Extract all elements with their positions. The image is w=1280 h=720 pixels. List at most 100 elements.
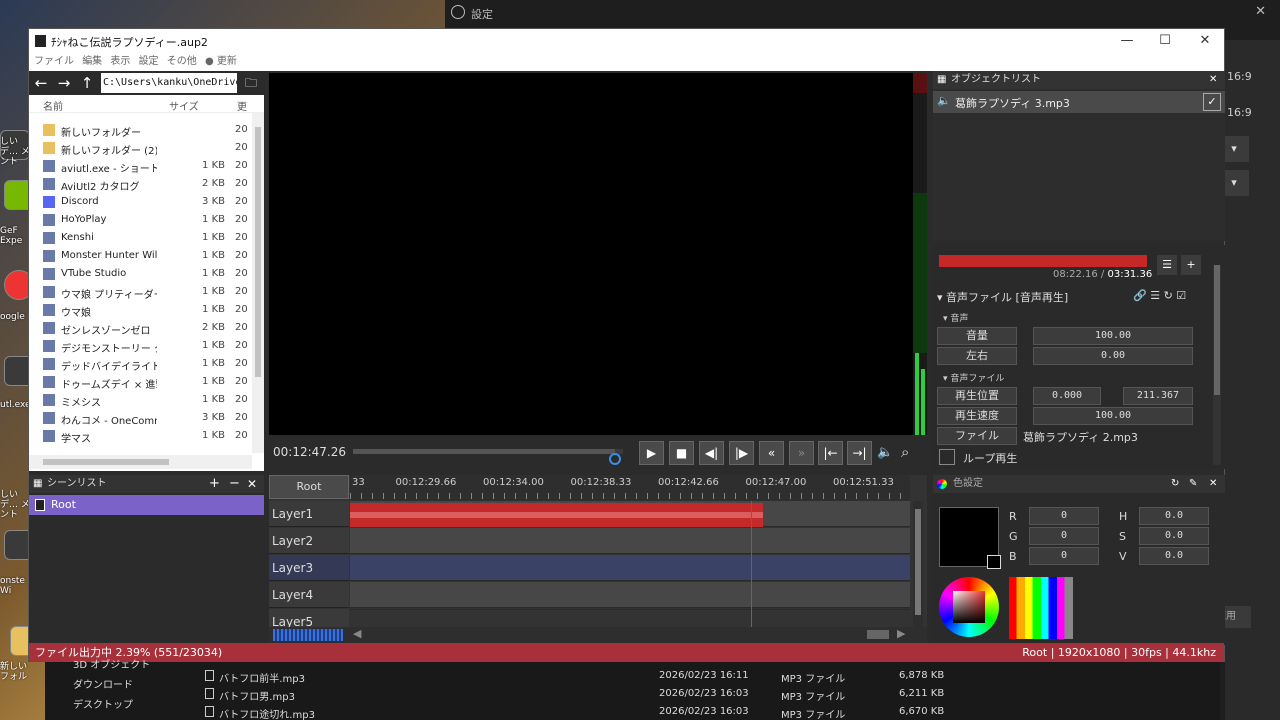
remove-scene-icon[interactable]: − xyxy=(229,475,240,493)
explorer-file-row[interactable]: バトフロ前半.mp3 2026/02/23 16:11 MP3 ファイル 6,8… xyxy=(195,668,1280,686)
position-label[interactable]: 再生位置 xyxy=(937,387,1017,405)
file-row[interactable]: Monster Hunter Wil... 1 KB 20 xyxy=(29,247,251,265)
saturation-value-square[interactable] xyxy=(953,591,985,623)
prev-frame-icon[interactable]: ◀| xyxy=(699,441,724,465)
close-icon[interactable]: ✕ xyxy=(247,475,257,493)
file-row[interactable]: HoYoPlay 1 KB 20 xyxy=(29,211,251,229)
file-row[interactable]: デジモンストーリー タイ... 1 KB 20 xyxy=(29,337,251,355)
eyedropper-icon[interactable]: ✎ xyxy=(1189,475,1197,493)
layer-lane[interactable] xyxy=(350,528,910,554)
position-end[interactable]: 211.367 xyxy=(1123,387,1193,405)
speed-value[interactable]: 100.00 xyxy=(1033,407,1193,425)
column-date[interactable]: 更 xyxy=(237,98,247,113)
audio-clip-layer1[interactable] xyxy=(350,503,763,527)
color-value-v[interactable]: 0.0 xyxy=(1139,547,1209,565)
add-scene-icon[interactable]: + xyxy=(209,475,220,493)
color-value-r[interactable]: 0 xyxy=(1029,507,1099,525)
add-icon[interactable]: + xyxy=(1181,255,1201,275)
scroll-left-icon[interactable]: ◀ xyxy=(353,627,361,640)
forward-arrow-icon[interactable]: → xyxy=(54,73,74,93)
file-row[interactable]: VTube Studio 1 KB 20 xyxy=(29,265,251,283)
explorer-file-row[interactable]: バトフロ男.mp3 2026/02/23 16:03 MP3 ファイル 6,21… xyxy=(195,686,1280,704)
file-row[interactable]: ドゥームズデイ × 進撃... 1 KB 20 xyxy=(29,373,251,391)
hscroll-thumb[interactable] xyxy=(867,630,889,639)
file-row[interactable]: ウマ娘 1 KB 20 xyxy=(29,301,251,319)
skip-start-icon[interactable]: |← xyxy=(818,441,843,465)
maximize-button[interactable]: ☐ xyxy=(1145,31,1185,51)
color-palette-grid[interactable] xyxy=(1009,577,1073,639)
video-preview[interactable] xyxy=(269,73,913,435)
color-wheel[interactable] xyxy=(939,577,999,637)
file-row[interactable]: 新しいフォルダー 20 xyxy=(29,121,251,139)
file-value[interactable]: 葛飾ラプソディ 2.mp3 xyxy=(1023,429,1138,445)
position-start[interactable]: 0.000 xyxy=(1033,387,1101,405)
file-row[interactable]: 新しいフォルダー (2) 20 xyxy=(29,139,251,157)
explorer-file-row[interactable]: バトフロ途切れ.mp3 2026/02/23 16:03 MP3 ファイル 6,… xyxy=(195,704,1280,720)
color-value-s[interactable]: 0.0 xyxy=(1139,527,1209,545)
list-icon[interactable]: ☰ xyxy=(1157,255,1177,275)
refresh-icon[interactable]: ↻ xyxy=(1171,475,1179,493)
menu-edit[interactable]: 編集 xyxy=(82,53,102,71)
up-arrow-icon[interactable]: ↑ xyxy=(77,73,97,93)
zoom-icon[interactable]: ⌕ xyxy=(901,443,909,461)
object-item[interactable]: 🔈 葛飾ラプソディ 3.mp3 ✓ xyxy=(933,91,1225,113)
back-arrow-icon[interactable]: ← xyxy=(31,73,51,93)
refresh-icon[interactable]: ↻ xyxy=(1164,289,1173,302)
loop-checkbox[interactable] xyxy=(939,449,955,465)
explorer-nav-item[interactable]: デスクトップ xyxy=(73,696,133,711)
timeline-vscroll[interactable] xyxy=(913,501,923,627)
path-input[interactable]: C:\Users\kanku\OneDrive xyxy=(101,73,237,93)
menu-other[interactable]: その他 xyxy=(167,53,197,71)
scrollbar-thumb[interactable] xyxy=(255,127,261,377)
menu-icon[interactable]: ☰ xyxy=(1150,289,1160,302)
layer-lane[interactable] xyxy=(350,555,910,581)
scrollbar-thumb[interactable] xyxy=(1214,265,1220,395)
menu-view[interactable]: 表示 xyxy=(110,53,130,71)
time-ruler[interactable]: 33 00:12:29.66 00:12:34.00 00:12:38.33 00:12… xyxy=(350,475,910,501)
close-icon[interactable]: ✕ xyxy=(1209,475,1217,493)
link-icon[interactable]: 🔗 xyxy=(1133,289,1147,302)
clip-range-bar[interactable] xyxy=(939,255,1147,267)
minimize-button[interactable]: — xyxy=(1107,31,1147,51)
volume-icon[interactable]: 🔈 xyxy=(877,445,893,460)
layer-lane[interactable] xyxy=(350,609,910,610)
root-tab[interactable]: Root xyxy=(269,475,349,499)
close-icon[interactable]: ✕ xyxy=(1209,71,1217,89)
file-row[interactable]: Discord 3 KB 20 xyxy=(29,193,251,211)
explorer-nav-item[interactable]: 3D オブジェクト xyxy=(73,656,150,671)
scene-item-root[interactable]: Root xyxy=(29,495,264,515)
pan-value[interactable]: 0.00 xyxy=(1033,347,1193,365)
layer-header[interactable]: Layer4 xyxy=(269,582,349,608)
playhead[interactable] xyxy=(751,501,752,631)
layer-header[interactable]: Layer3 xyxy=(269,555,349,581)
hscrollbar-thumb[interactable] xyxy=(43,459,169,465)
vscroll-thumb[interactable] xyxy=(915,509,921,615)
file-row[interactable]: わんコメ - OneComme 3 KB 20 xyxy=(29,409,251,427)
file-row[interactable]: ミメシス 1 KB 20 xyxy=(29,391,251,409)
rewind-icon[interactable]: « xyxy=(759,441,784,465)
layer-header[interactable]: Layer1 xyxy=(269,501,349,527)
file-list-scrollbar[interactable] xyxy=(252,113,264,453)
explorer-nav-item[interactable]: ドキュメント xyxy=(73,716,133,720)
play-icon[interactable]: ▶ xyxy=(639,441,664,465)
checkbox-checked-icon[interactable]: ☑ xyxy=(1176,289,1186,302)
color-value-b[interactable]: 0 xyxy=(1029,547,1099,565)
file-row[interactable]: aviutl.exe - ショートカ... 1 KB 20 xyxy=(29,157,251,175)
menu-update[interactable]: ● 更新 xyxy=(205,53,237,71)
volume-label[interactable]: 音量 xyxy=(937,327,1017,345)
checkbox-checked-icon[interactable]: ✓ xyxy=(1203,93,1221,111)
secondary-color-swatch[interactable] xyxy=(987,555,1001,569)
pan-label[interactable]: 左右 xyxy=(937,347,1017,365)
seek-bar[interactable] xyxy=(353,449,623,454)
file-row[interactable]: Kenshi 1 KB 20 xyxy=(29,229,251,247)
folder-open-icon[interactable]: 🗀 xyxy=(241,73,261,93)
file-row[interactable]: AviUtl2 カタログ 2 KB 20 xyxy=(29,175,251,193)
color-value-h[interactable]: 0.0 xyxy=(1139,507,1209,525)
layer-header[interactable]: Layer2 xyxy=(269,528,349,554)
close-icon[interactable]: ✕ xyxy=(1255,4,1266,19)
next-frame-icon[interactable]: |▶ xyxy=(729,441,754,465)
volume-value[interactable]: 100.00 xyxy=(1033,327,1193,345)
column-name[interactable]: 名前 xyxy=(43,98,63,113)
close-button[interactable]: ✕ xyxy=(1185,31,1225,51)
file-row[interactable]: ウマ娘 プリティーダービ... 1 KB 20 xyxy=(29,283,251,301)
